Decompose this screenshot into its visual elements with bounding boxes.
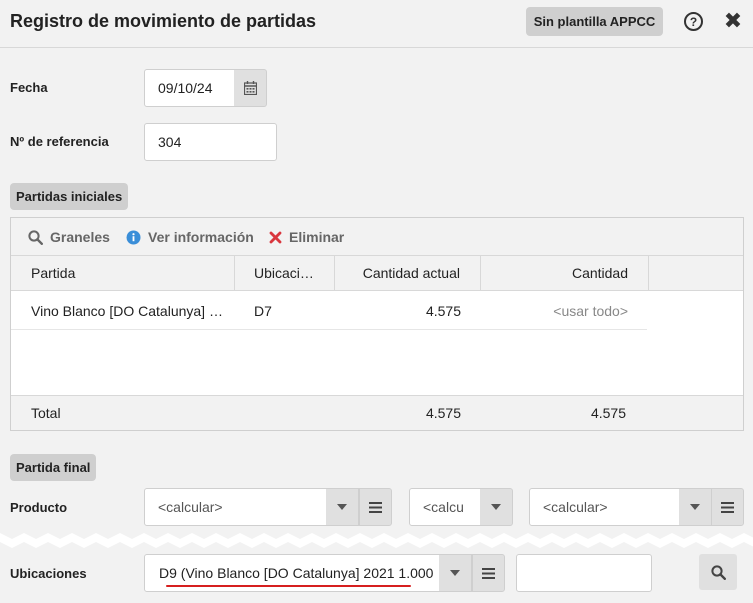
ubicaciones-value: D9 (Vino Blanco [DO Catalunya] 2021 1.00… — [159, 565, 434, 581]
eliminar-button[interactable]: Eliminar — [269, 218, 344, 256]
menu-icon[interactable] — [472, 554, 505, 592]
ubicaciones-label: Ubicaciones — [10, 566, 87, 581]
search-icon — [28, 229, 43, 245]
ubicaciones-extra-input[interactable] — [516, 554, 652, 592]
ver-informacion-label: Ver información — [148, 229, 254, 245]
fecha-label: Fecha — [10, 80, 48, 95]
chevron-down-icon[interactable] — [326, 488, 359, 526]
delete-x-icon — [269, 231, 282, 244]
row-partida-cell: Vino Blanco [DO Catalunya] … — [31, 302, 223, 319]
producto-select-2[interactable]: <calcu — [409, 488, 481, 526]
dialog-header: Registro de movimiento de partidas Sin p… — [0, 0, 753, 48]
torn-edge — [0, 533, 753, 548]
search-icon[interactable] — [699, 554, 737, 590]
referencia-input[interactable]: 304 — [144, 123, 277, 161]
column-header-ubicacion[interactable]: Ubicaci… — [235, 256, 335, 291]
grid-toolbar: Graneles Ver información Eliminar — [11, 218, 743, 256]
column-header-cantidad-actual[interactable]: Cantidad actual — [335, 256, 481, 291]
appcc-template-button[interactable]: Sin plantilla APPCC — [526, 7, 663, 36]
referencia-label: Nº de referencia — [10, 134, 109, 149]
info-icon — [126, 230, 141, 245]
chevron-down-icon[interactable] — [439, 554, 472, 592]
graneles-button[interactable]: Graneles — [28, 218, 110, 256]
row-cantidad-actual-cell: 4.575 — [425, 302, 461, 319]
partidas-iniciales-grid: Graneles Ver información Eliminar Partid… — [10, 217, 744, 431]
partidas-iniciales-header: Partidas iniciales — [10, 183, 129, 210]
total-cantidad: 4.575 — [590, 405, 626, 421]
chevron-down-icon[interactable] — [679, 488, 712, 526]
eliminar-label: Eliminar — [289, 229, 345, 245]
total-cantidad-actual: 4.575 — [425, 405, 461, 421]
fecha-input[interactable]: 09/10/24 — [144, 69, 235, 107]
calendar-icon[interactable] — [234, 69, 267, 107]
menu-icon[interactable] — [359, 488, 392, 526]
dialog-title: Registro de movimiento de partidas — [10, 11, 317, 31]
column-header-partida[interactable]: Partida — [11, 256, 235, 291]
table-row[interactable]: Vino Blanco [DO Catalunya] … D7 4.575 <u… — [11, 291, 647, 330]
graneles-label: Graneles — [50, 229, 110, 245]
totals-row: Total 4.575 4.575 — [11, 395, 743, 430]
column-header-cantidad[interactable]: Cantidad — [481, 256, 649, 291]
help-icon[interactable]: ? — [684, 12, 703, 31]
total-label: Total — [31, 405, 61, 421]
ver-informacion-button[interactable]: Ver información — [126, 218, 254, 256]
producto-label: Producto — [10, 500, 68, 515]
column-header-filler — [649, 256, 743, 291]
row-ubicacion-cell: D7 — [254, 302, 272, 319]
chevron-down-icon[interactable] — [480, 488, 513, 526]
red-underline — [166, 585, 411, 587]
close-icon[interactable]: ✖ — [722, 8, 744, 33]
row-cantidad-cell[interactable]: <usar todo> — [481, 291, 628, 330]
menu-icon[interactable] — [711, 488, 744, 526]
producto-select-1[interactable]: <calcular> — [144, 488, 327, 526]
producto-select-3[interactable]: <calcular> — [529, 488, 680, 526]
partida-final-header: Partida final — [10, 454, 97, 481]
